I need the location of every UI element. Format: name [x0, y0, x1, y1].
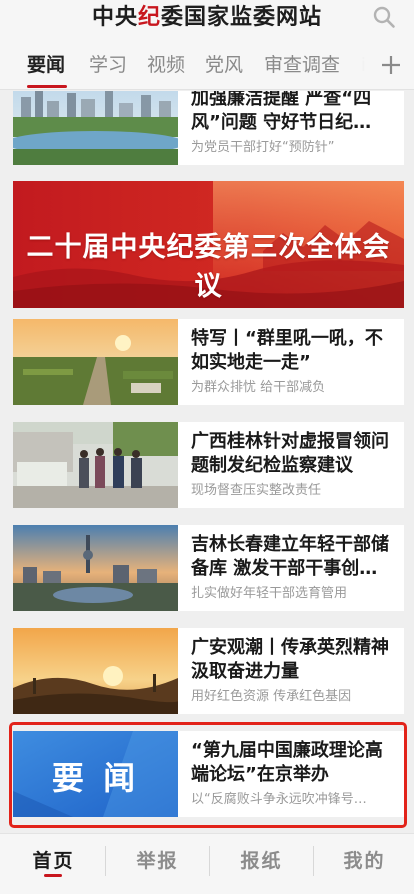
- nav-report[interactable]: 举报: [106, 846, 209, 873]
- app-header: 中央纪委国家监委网站: [0, 0, 414, 40]
- news-subtitle: 为群众排忧 给干部减负: [191, 380, 326, 395]
- highlight-box: [9, 722, 407, 828]
- tab-shencha-diaocha[interactable]: 审查调查: [264, 52, 340, 78]
- bottom-nav: 首页 举报 报纸 我的: [0, 833, 414, 894]
- news-thumbnail: [13, 628, 178, 714]
- news-subtitle: 扎实做好年轻干部选育管用: [191, 586, 348, 601]
- tab-fade-overlay: [338, 40, 376, 89]
- banner-title: 二十届中央纪委第三次全体会议: [26, 232, 391, 302]
- news-title: 加强廉洁提醒 严查“四风”问题 守好节日纪…: [191, 91, 372, 133]
- nav-mine[interactable]: 我的: [313, 846, 414, 873]
- news-title: 广安观潮丨传承英烈精神 汲取奋进力量: [191, 637, 389, 682]
- news-title: 特写丨“群里吼一吼，不如实地走一走”: [191, 328, 383, 373]
- news-card[interactable]: 广西桂林针对虚报冒领问题制发纪检监察建议 现场督查压实整改责任: [13, 422, 404, 508]
- news-card[interactable]: 吉林长春建立年轻干部储备库 激发干部干事创… 扎实做好年轻干部选育管用: [13, 525, 404, 611]
- news-thumbnail: [13, 525, 178, 611]
- nav-home[interactable]: 首页: [2, 846, 105, 873]
- tab-shipin[interactable]: 视频: [147, 52, 185, 78]
- news-subtitle: 为党员干部打好“预防针”: [191, 140, 335, 155]
- news-feed: 加强廉洁提醒 严查“四风”问题 守好节日纪… 为党员干部打好“预防针” 二十届中…: [0, 91, 414, 833]
- tab-xuexi[interactable]: 学习: [89, 52, 127, 78]
- news-title: 吉林长春建立年轻干部储备库 激发干部干事创…: [191, 534, 389, 579]
- news-subtitle: 现场督查压实整改责任: [191, 483, 322, 498]
- news-title: 广西桂林针对虚报冒领问题制发纪检监察建议: [191, 431, 389, 476]
- plenary-banner[interactable]: 二十届中央纪委第三次全体会议: [13, 181, 404, 308]
- search-icon[interactable]: [372, 5, 396, 29]
- news-card[interactable]: 特写丨“群里吼一吼，不如实地走一走” 为群众排忧 给干部减负: [13, 319, 404, 405]
- active-nav-indicator: [44, 874, 62, 877]
- active-tab-indicator: [27, 85, 67, 88]
- news-subtitle: 用好红色资源 传承红色基因: [191, 689, 352, 704]
- plus-icon[interactable]: [380, 54, 402, 76]
- nav-newspaper[interactable]: 报纸: [210, 846, 313, 873]
- tab-dangfeng[interactable]: 党风: [205, 52, 243, 78]
- site-title: 中央纪委国家监委网站: [91, 4, 323, 30]
- news-thumbnail: [13, 91, 178, 165]
- news-thumbnail: [13, 319, 178, 405]
- tab-yaowen[interactable]: 要闻: [27, 52, 65, 78]
- news-card[interactable]: 广安观潮丨传承英烈精神 汲取奋进力量 用好红色资源 传承红色基因: [13, 628, 404, 714]
- news-card[interactable]: 加强廉洁提醒 严查“四风”问题 守好节日纪… 为党员干部打好“预防针”: [13, 91, 404, 165]
- news-thumbnail: [13, 422, 178, 508]
